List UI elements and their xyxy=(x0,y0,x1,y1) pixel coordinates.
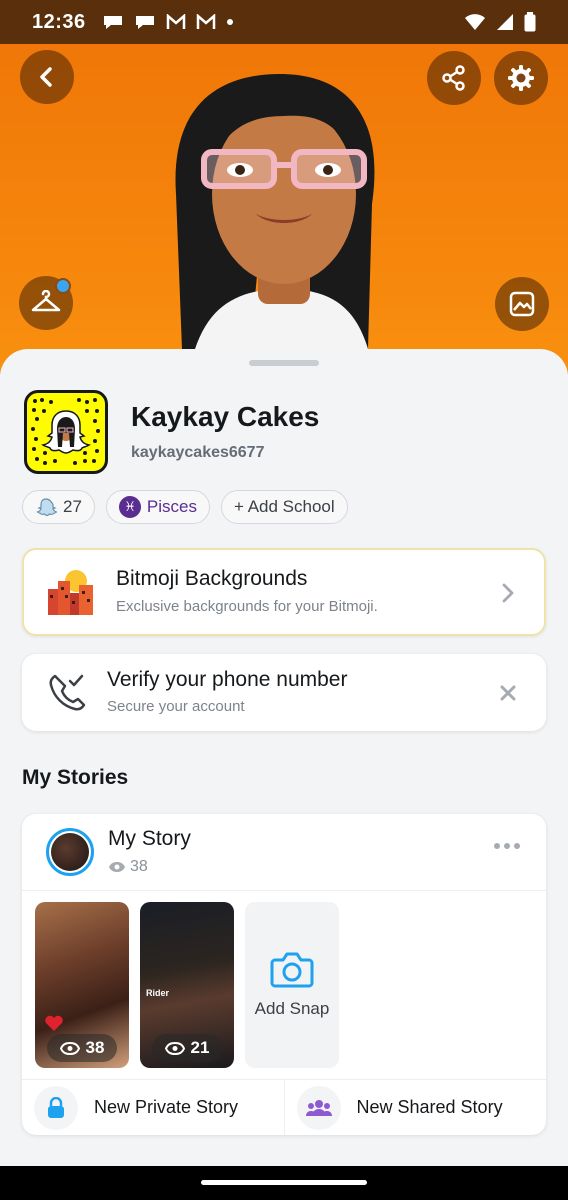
new-private-story-label: New Private Story xyxy=(94,1097,239,1117)
add-snap-label: Add Snap xyxy=(254,999,330,1018)
new-shared-story-button[interactable]: New Shared Story xyxy=(283,1080,547,1135)
snap-caption: Rider xyxy=(146,988,170,998)
gear-icon xyxy=(508,65,534,91)
more-notifications-dot-icon xyxy=(226,19,233,25)
eye-icon xyxy=(164,1041,185,1055)
notification-icons xyxy=(102,14,234,30)
chat-bubble-icon xyxy=(135,16,154,29)
bitmoji-hero xyxy=(0,44,568,374)
system-nav-bar xyxy=(0,1166,568,1200)
profile-sheet: Kaykay Cakes kaykaycakes6677 27 ♓ Pisces… xyxy=(0,349,568,1169)
profile-chips: 27 ♓ Pisces + Add School xyxy=(22,490,348,524)
bitmoji-card-title: Bitmoji Backgrounds xyxy=(116,567,308,590)
pisces-icon: ♓ xyxy=(118,496,141,518)
gmail-icon xyxy=(196,14,215,29)
more-options-button[interactable] xyxy=(494,843,520,849)
group-icon xyxy=(296,1085,341,1130)
add-school-label: + Add School xyxy=(234,497,335,516)
friends-count-chip[interactable]: 27 xyxy=(22,490,95,524)
story-actions: New Private Story New Shared Story xyxy=(22,1079,546,1135)
signal-icon xyxy=(497,14,513,30)
image-icon xyxy=(509,291,535,317)
chevron-right-icon xyxy=(502,583,514,603)
snapcode[interactable] xyxy=(24,390,108,474)
lock-icon xyxy=(34,1085,78,1130)
back-button[interactable] xyxy=(20,50,74,104)
display-name: Kaykay Cakes xyxy=(131,401,320,432)
home-gesture-handle[interactable] xyxy=(201,1180,367,1185)
new-shared-story-label: New Shared Story xyxy=(356,1097,503,1117)
story-avatar[interactable] xyxy=(46,828,94,876)
zodiac-chip[interactable]: ♓ Pisces xyxy=(105,490,210,524)
gmail-icon xyxy=(166,14,185,29)
battery-icon xyxy=(524,12,536,32)
sheet-grabber[interactable] xyxy=(249,360,319,366)
bitmoji-background-button[interactable] xyxy=(495,277,549,331)
my-story-card: My Story 38 38 Rider 21 Add Snap New Pri… xyxy=(22,814,546,1135)
phone-check-icon xyxy=(49,674,86,711)
divider xyxy=(22,890,546,891)
camera-icon xyxy=(270,952,314,988)
snap-thumbnail[interactable]: 38 xyxy=(35,902,129,1068)
friends-count: 27 xyxy=(63,497,82,516)
add-snap-button[interactable]: Add Snap xyxy=(245,902,339,1068)
hanger-icon xyxy=(31,290,61,312)
bitmoji-avatar xyxy=(175,74,375,349)
snap-thumbnail[interactable]: Rider 21 xyxy=(140,902,234,1068)
verify-phone-subtitle: Secure your account xyxy=(107,698,245,715)
my-stories-heading: My Stories xyxy=(22,766,129,789)
new-private-story-button[interactable]: New Private Story xyxy=(22,1080,284,1135)
snapcode-dots xyxy=(31,398,100,465)
add-school-chip[interactable]: + Add School xyxy=(221,490,348,524)
share-icon xyxy=(442,65,465,91)
bitmoji-backgrounds-card[interactable]: Bitmoji Backgrounds Exclusive background… xyxy=(22,548,546,636)
friends-icon xyxy=(36,498,57,517)
story-views: 38 xyxy=(108,858,148,876)
username[interactable]: kaykaycakes6677 xyxy=(131,444,264,462)
close-icon[interactable] xyxy=(499,684,517,702)
city-skyline-icon xyxy=(48,570,93,615)
heart-sticker-icon xyxy=(45,1015,63,1031)
eye-icon xyxy=(59,1041,80,1055)
notification-dot xyxy=(55,278,71,294)
eye-icon xyxy=(109,862,125,872)
snap-views: 38 xyxy=(47,1034,117,1062)
chat-bubble-icon xyxy=(103,16,122,29)
chevron-left-icon xyxy=(40,67,52,87)
system-icons xyxy=(464,12,536,32)
verify-phone-title: Verify your phone number xyxy=(107,668,348,691)
status-bar: 12:36 xyxy=(0,0,568,44)
bitmoji-outfit-button[interactable] xyxy=(19,276,73,330)
verify-phone-card[interactable]: Verify your phone number Secure your acc… xyxy=(22,654,546,731)
settings-button[interactable] xyxy=(494,51,548,105)
bitmoji-card-subtitle: Exclusive backgrounds for your Bitmoji. xyxy=(116,598,378,615)
zodiac-label: Pisces xyxy=(146,497,197,516)
story-name[interactable]: My Story xyxy=(108,827,191,851)
share-button[interactable] xyxy=(427,51,481,105)
wifi-icon xyxy=(465,14,485,30)
status-time: 12:36 xyxy=(32,10,86,33)
snap-views: 21 xyxy=(152,1034,222,1062)
